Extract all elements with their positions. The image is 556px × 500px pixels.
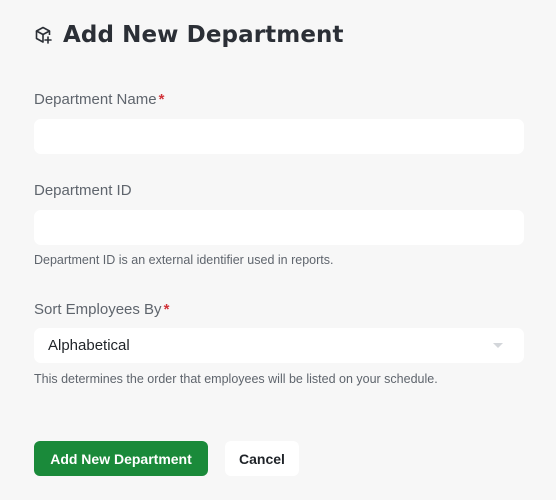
department-id-help: Department ID is an external identifier … [34,253,334,267]
sort-employees-label-text: Sort Employees By [34,301,162,318]
required-marker: * [158,91,165,108]
chevron-down-icon [493,343,503,348]
required-marker: * [163,301,170,318]
sort-employees-select[interactable]: Alphabetical [34,328,524,363]
department-name-label: Department Name * [34,91,164,108]
department-id-input[interactable] [34,210,524,245]
add-box-icon [33,25,53,45]
sort-employees-value: Alphabetical [48,337,130,354]
page-header: Add New Department [33,22,344,48]
page-title: Add New Department [63,22,344,48]
department-name-input[interactable] [34,119,524,154]
sort-employees-label: Sort Employees By * [34,301,169,318]
sort-employees-help: This determines the order that employees… [34,372,438,386]
add-department-form: Add New Department Department Name * Depa… [0,0,556,500]
department-id-label: Department ID [34,182,132,199]
cancel-button[interactable]: Cancel [225,441,299,476]
add-department-button[interactable]: Add New Department [34,441,208,476]
department-name-label-text: Department Name [34,91,157,108]
